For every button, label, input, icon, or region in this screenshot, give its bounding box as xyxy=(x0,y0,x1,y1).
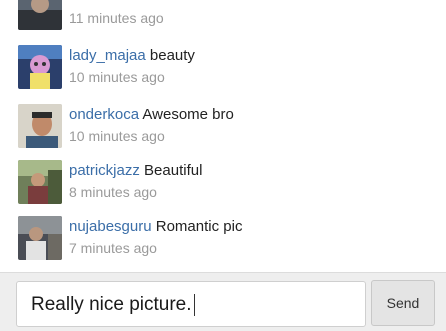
comment-input-value: Really nice picture. xyxy=(31,294,195,316)
avatar-icon xyxy=(18,104,62,148)
avatar[interactable] xyxy=(18,160,62,204)
comment-line: onderkoca Awesome bro xyxy=(69,106,234,124)
comment-text: Beautiful xyxy=(144,162,203,179)
comment-line: patrickjazz Beautiful xyxy=(69,162,202,180)
avatar-icon xyxy=(18,216,62,260)
comment-text: Awesome bro xyxy=(142,106,234,123)
comment-composer: Really nice picture. Send xyxy=(0,272,446,331)
comment-item: patrickjazz Beautiful 8 minutes ago xyxy=(0,160,446,210)
comment-text: Romantic pic xyxy=(155,218,243,235)
comments-screen: 11 minutes ago lady_majaa beauty 10 minu… xyxy=(0,0,446,331)
comment-timestamp: 11 minutes ago xyxy=(69,10,164,26)
comment-username[interactable]: lady_majaa xyxy=(69,47,146,64)
comment-list[interactable]: 11 minutes ago lady_majaa beauty 10 minu… xyxy=(0,0,446,272)
comment-line: nujabesguru Romantic pic xyxy=(69,218,242,236)
comment-input[interactable]: Really nice picture. xyxy=(16,281,366,327)
comment-username[interactable]: patrickjazz xyxy=(69,162,140,179)
comment-timestamp: 10 minutes ago xyxy=(69,69,165,85)
comment-item: nujabesguru Romantic pic 7 minutes ago xyxy=(0,216,446,266)
comment-username[interactable]: nujabesguru xyxy=(69,218,152,235)
avatar-icon xyxy=(18,0,62,30)
avatar[interactable] xyxy=(18,216,62,260)
comment-text: beauty xyxy=(149,47,195,64)
comment-timestamp: 10 minutes ago xyxy=(69,128,165,144)
avatar[interactable] xyxy=(18,0,62,30)
comment-timestamp: 7 minutes ago xyxy=(69,240,157,256)
comment-item: lady_majaa beauty 10 minutes ago xyxy=(0,45,446,95)
avatar[interactable] xyxy=(18,45,62,89)
avatar-icon xyxy=(18,160,62,204)
avatar[interactable] xyxy=(18,104,62,148)
avatar-icon xyxy=(18,45,62,89)
comment-line: lady_majaa beauty xyxy=(69,47,195,65)
comment-timestamp: 8 minutes ago xyxy=(69,184,157,200)
comment-item: 11 minutes ago xyxy=(0,0,446,36)
comment-item: onderkoca Awesome bro 10 minutes ago xyxy=(0,104,446,154)
comment-username[interactable]: onderkoca xyxy=(69,106,139,123)
send-button[interactable]: Send xyxy=(371,280,435,326)
text-caret xyxy=(193,294,195,316)
